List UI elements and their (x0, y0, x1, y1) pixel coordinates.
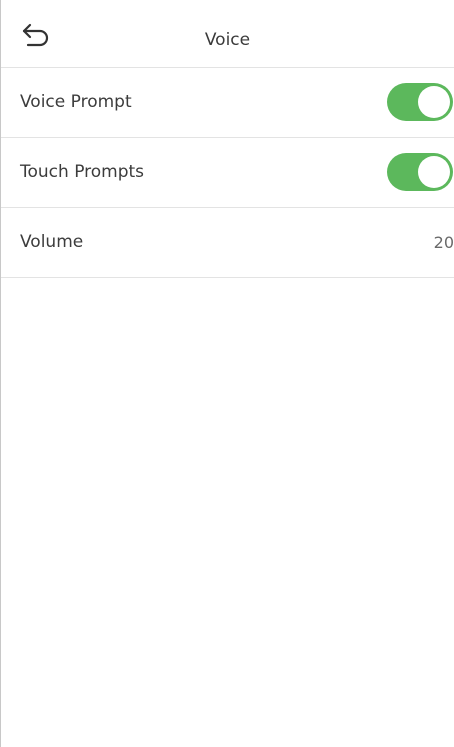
toggle-knob (418, 86, 450, 118)
page-title: Voice (204, 30, 251, 50)
header-bar: Voice (1, 0, 454, 68)
volume-label: Volume (20, 232, 84, 252)
setting-row-voice-prompt[interactable]: Voice Prompt (1, 68, 454, 138)
voice-prompt-label: Voice Prompt (20, 92, 132, 112)
volume-value: 20 (433, 233, 454, 252)
toggle-knob (418, 156, 450, 188)
setting-row-touch-prompts[interactable]: Touch Prompts (1, 138, 454, 208)
voice-settings-screen: Voice Voice Prompt Touch Prompts Volume … (0, 0, 454, 747)
touch-prompts-toggle[interactable] (387, 153, 453, 191)
voice-prompt-toggle[interactable] (387, 83, 453, 121)
touch-prompts-label: Touch Prompts (20, 162, 145, 182)
setting-row-volume[interactable]: Volume 20 (1, 208, 454, 278)
